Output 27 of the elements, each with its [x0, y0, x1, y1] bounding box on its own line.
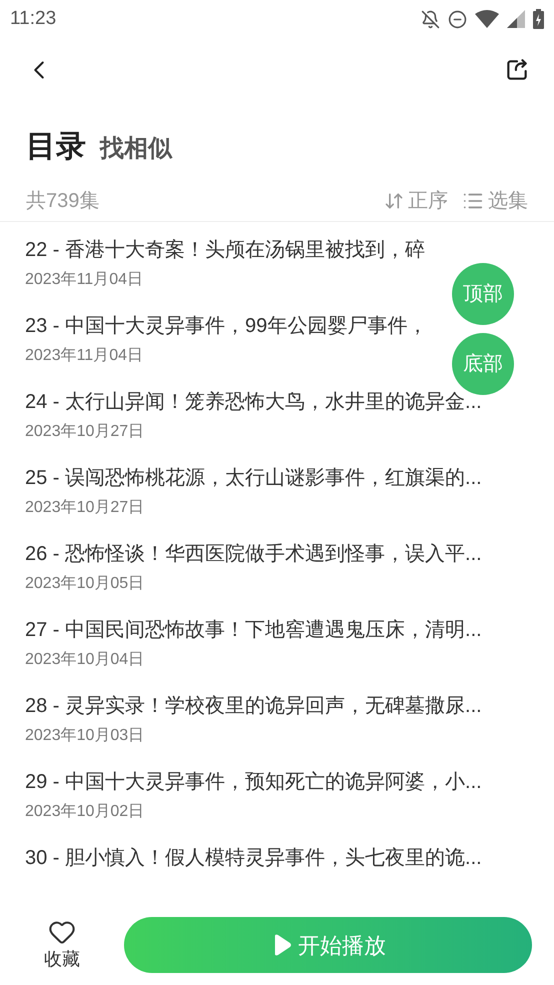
- episode-count: 共739集: [26, 188, 100, 214]
- episode-date: 2023年10月03日: [25, 726, 144, 746]
- bell-off-icon: [421, 10, 440, 28]
- episode-title[interactable]: 27 - 中国民间恐怖故事！下地窖遭遇鬼压床，清明...: [25, 616, 482, 644]
- do-not-disturb-icon: [448, 10, 467, 28]
- episode-date: 2023年11月04日: [25, 346, 143, 366]
- battery-icon: [533, 9, 544, 29]
- episode-date: 2023年10月05日: [25, 574, 144, 594]
- favorite-button[interactable]: 收藏: [22, 918, 102, 972]
- episode-title[interactable]: 30 - 胆小慎入！假人模特灵异事件，头七夜里的诡...: [25, 844, 482, 872]
- episode-date: 2023年10月02日: [25, 802, 144, 822]
- catalog-title: 目录: [26, 132, 86, 162]
- episode-title[interactable]: 26 - 恐怖怪谈！华西医院做手术遇到怪事，误入平...: [25, 540, 482, 568]
- episode-title[interactable]: 29 - 中国十大灵异事件，预知死亡的诡异阿婆，小...: [25, 768, 482, 796]
- episode-title[interactable]: 22 - 香港十大奇案！头颅在汤锅里被找到，碎: [25, 236, 426, 264]
- episode-date: 2023年10月27日: [25, 422, 144, 442]
- episode-date: 2023年10月27日: [25, 498, 144, 518]
- episode-title[interactable]: 23 - 中国十大灵异事件，99年公园婴尸事件，: [25, 312, 428, 340]
- sort-arrows-icon: [384, 190, 404, 210]
- wifi-icon: [475, 9, 499, 29]
- episode-title[interactable]: 25 - 误闯恐怖桃花源，太行山谜影事件，红旗渠的...: [25, 464, 482, 492]
- similar-tab[interactable]: 找相似: [100, 137, 172, 161]
- signal-icon: [507, 10, 525, 28]
- episode-date: 2023年10月04日: [25, 650, 144, 670]
- episode-title[interactable]: 28 - 灵异实录！学校夜里的诡异回声，无碑墓撒尿...: [25, 692, 482, 720]
- episode-date: 2023年11月04日: [25, 270, 143, 290]
- status-time: 11:23: [10, 6, 56, 31]
